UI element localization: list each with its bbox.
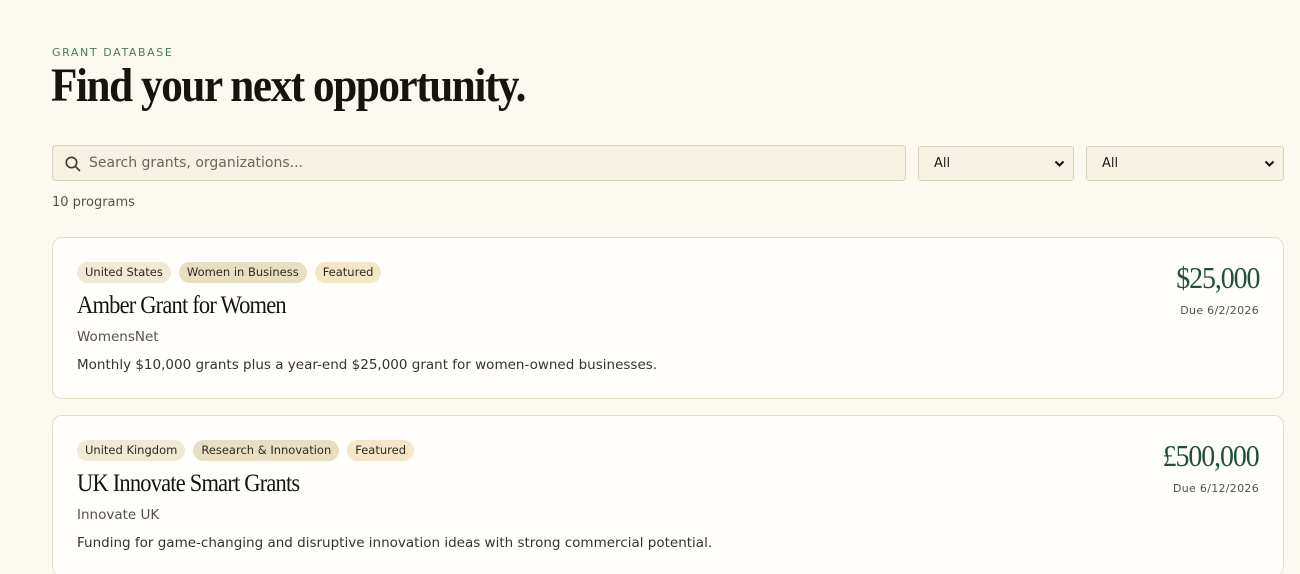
grant-card[interactable]: United Kingdom Research & Innovation Fea… xyxy=(52,415,1284,574)
page-title: Find your next opportunity. xyxy=(51,59,526,112)
grant-description: Monthly $10,000 grants plus a year-end $… xyxy=(77,357,658,373)
tag-list: United States Women in Business Featured xyxy=(77,262,382,283)
grant-due-date: Due 6/12/2026 xyxy=(1172,482,1259,495)
search-icon xyxy=(65,156,81,172)
grant-description: Funding for game-changing and disruptive… xyxy=(77,535,713,551)
filter-select-1-value: All xyxy=(934,156,951,171)
grant-amount: $25,000 xyxy=(1175,260,1260,295)
tag-featured: Featured xyxy=(314,262,382,283)
filter-select-2-value: All xyxy=(1102,156,1119,171)
tag-country: United Kingdom xyxy=(77,440,186,461)
grant-organization: WomensNet xyxy=(77,329,159,345)
results-count: 10 programs xyxy=(52,195,135,210)
tag-category: Research & Innovation xyxy=(193,440,340,461)
grant-card[interactable]: United States Women in Business Featured… xyxy=(52,237,1284,399)
chevron-down-icon xyxy=(1054,160,1065,167)
tag-category: Women in Business xyxy=(178,262,307,283)
filter-select-1[interactable]: All xyxy=(918,146,1074,181)
tag-country: United States xyxy=(77,262,171,283)
grant-database-page: GRANT DATABASE Find your next opportunit… xyxy=(0,0,1300,574)
grant-title[interactable]: UK Innovate Smart Grants xyxy=(77,470,300,498)
tag-featured: Featured xyxy=(347,440,414,461)
grant-title[interactable]: Amber Grant for Women xyxy=(77,292,287,320)
search-box[interactable] xyxy=(52,145,906,181)
search-input[interactable] xyxy=(89,146,889,180)
filter-select-2[interactable]: All xyxy=(1086,146,1284,181)
grant-organization: Innovate UK xyxy=(77,507,160,523)
grant-amount: £500,000 xyxy=(1163,438,1260,473)
grant-due-date: Due 6/2/2026 xyxy=(1180,304,1259,317)
chevron-down-icon xyxy=(1264,160,1275,167)
tag-list: United Kingdom Research & Innovation Fea… xyxy=(77,440,414,461)
